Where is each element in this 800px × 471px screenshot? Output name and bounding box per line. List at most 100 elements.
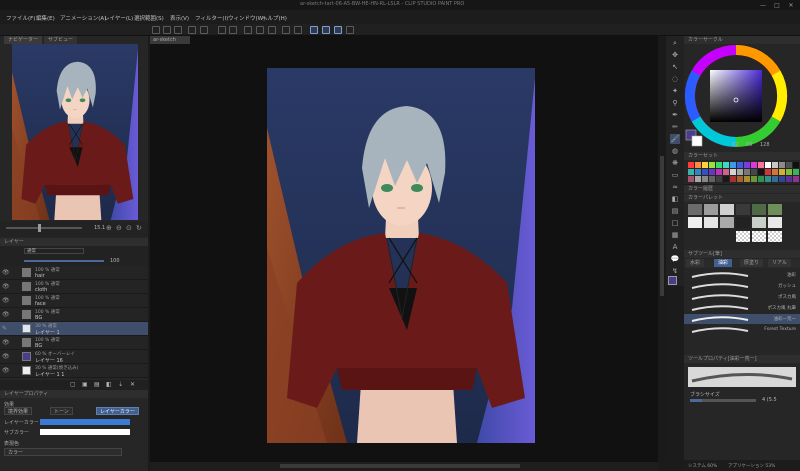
merge-icon[interactable]: ⇣ [118, 381, 123, 388]
color-set-swatch[interactable] [688, 176, 694, 182]
color-set-swatch[interactable] [730, 176, 736, 182]
menu-selection[interactable]: 選択範囲(S) [134, 14, 164, 22]
brush-item[interactable]: ガッシュ [684, 281, 800, 291]
color-set-swatch[interactable] [695, 162, 701, 168]
color-set-swatch[interactable] [723, 169, 729, 175]
menu-filter[interactable]: フィルター(I) [195, 14, 228, 22]
layer-row[interactable]: 👁 100 % 通常 BG [0, 336, 148, 350]
figure-tool-icon[interactable]: □ [670, 218, 680, 228]
palette-swatch[interactable] [752, 204, 766, 215]
mask-icon[interactable]: ◧ [106, 381, 112, 388]
color-set-swatch[interactable] [751, 176, 757, 182]
palette-swatch[interactable] [768, 204, 782, 215]
rotate-icon[interactable]: ↻ [136, 224, 142, 232]
new-layer-icon[interactable]: ▢ [70, 381, 76, 388]
layer-row[interactable]: 👁 100 % 通常 face [0, 294, 148, 308]
palette-swatch[interactable] [704, 204, 718, 215]
eye-icon[interactable]: 👁 [2, 297, 10, 304]
color-set-swatch[interactable] [688, 162, 694, 168]
fill-icon[interactable] [256, 26, 264, 34]
palette-swatch[interactable] [736, 217, 750, 228]
eraser-icon[interactable]: ▭ [670, 170, 680, 180]
palette-swatch[interactable] [736, 204, 750, 215]
menu-file[interactable]: ファイル(F) [6, 14, 35, 22]
frame-icon[interactable]: ▦ [670, 230, 680, 240]
open-icon[interactable] [163, 26, 171, 34]
color-set-swatch[interactable] [772, 176, 778, 182]
layer-color-swatch[interactable] [40, 419, 130, 425]
color-set-swatch[interactable] [702, 176, 708, 182]
eye-icon[interactable]: 👁 [2, 283, 10, 290]
color-set-swatch[interactable] [765, 176, 771, 182]
new-file-icon[interactable] [152, 26, 160, 34]
border-effect-button[interactable]: 境界効果 [4, 407, 33, 415]
palette-transparent-swatch[interactable] [752, 231, 766, 242]
move-tool-icon[interactable]: ✥ [670, 50, 680, 60]
color-set-swatch[interactable] [765, 169, 771, 175]
color-set-swatch[interactable] [702, 169, 708, 175]
color-set-swatch[interactable] [723, 162, 729, 168]
ruler-edit-icon[interactable] [346, 26, 354, 34]
save-icon[interactable] [174, 26, 182, 34]
deselect-icon[interactable] [282, 26, 290, 34]
tab-watercolor[interactable]: 水彩 [686, 259, 705, 267]
navigator-preview[interactable] [12, 44, 138, 220]
menu-animation[interactable]: アニメーション(A) [60, 14, 106, 22]
color-set-swatch[interactable] [779, 176, 785, 182]
color-set-swatch[interactable] [716, 169, 722, 175]
brush-item[interactable]: ポスカ風 丸筆 [684, 303, 800, 313]
color-set-swatch[interactable] [730, 169, 736, 175]
export-icon[interactable] [200, 26, 208, 34]
color-set-swatch[interactable] [758, 176, 764, 182]
balloon-icon[interactable]: 💬 [670, 254, 680, 264]
eyedropper-icon[interactable]: ⚲ [670, 98, 680, 108]
color-set-swatch[interactable] [758, 169, 764, 175]
layer-row[interactable]: 👁 100 % 通常 BG [0, 308, 148, 322]
color-set-swatch[interactable] [751, 169, 757, 175]
menu-view[interactable]: 表示(V) [170, 14, 189, 22]
eye-icon[interactable]: 👁 [2, 367, 10, 374]
tone-button[interactable]: トーン [50, 407, 73, 415]
color-set-swatch[interactable] [765, 162, 771, 168]
canvas-area[interactable]: ar-sketch [150, 36, 658, 462]
color-set-swatch[interactable] [723, 176, 729, 182]
color-set-swatch[interactable] [702, 162, 708, 168]
palette-swatch[interactable] [768, 217, 782, 228]
redo-icon[interactable] [229, 26, 237, 34]
brush-item[interactable]: 油彩 [684, 270, 800, 280]
blend-tool-icon[interactable]: ≈ [670, 182, 680, 192]
color-set-swatch[interactable] [779, 169, 785, 175]
color-set-swatch[interactable] [751, 162, 757, 168]
color-set-swatch[interactable] [779, 162, 785, 168]
magic-wand-icon[interactable]: ✦ [670, 86, 680, 96]
layer-row[interactable]: 👁 30 % 通常(焼き込み) レイヤー 1 1 [0, 364, 148, 378]
palette-swatch[interactable] [752, 217, 766, 228]
new-folder-icon[interactable]: ▤ [94, 381, 100, 388]
close-button[interactable]: ✕ [786, 3, 796, 9]
fit-icon[interactable]: ⊙ [126, 224, 132, 232]
tab-thick-paint[interactable]: 厚塗り [740, 259, 764, 267]
color-set-swatch[interactable] [737, 162, 743, 168]
canvas-vertical-scrollbar[interactable] [658, 36, 666, 462]
artwork-canvas[interactable] [267, 68, 535, 443]
color-set-swatch[interactable] [737, 169, 743, 175]
color-set-swatch[interactable] [758, 162, 764, 168]
layer-row[interactable]: 👁 60 % オーバーレイ レイヤー 16 [0, 350, 148, 364]
text-tool-icon[interactable]: A [670, 242, 680, 252]
blend-mode-select[interactable]: 通常 [24, 248, 84, 254]
pen-tool-icon[interactable]: ✒ [670, 110, 680, 120]
color-set-swatch[interactable] [793, 176, 799, 182]
layer-color-button[interactable]: レイヤーカラー [96, 407, 139, 415]
brush-tool-icon[interactable]: 🖌 [670, 134, 680, 144]
tab-navigator[interactable]: ナビゲーター [4, 36, 43, 44]
minimize-button[interactable]: — [758, 3, 768, 9]
color-set-swatch[interactable] [744, 176, 750, 182]
eye-icon[interactable]: 👁 [2, 353, 10, 360]
color-set-swatch[interactable] [786, 176, 792, 182]
zoom-out-icon[interactable]: ⊖ [116, 224, 122, 232]
canvas-horizontal-scrollbar[interactable] [150, 462, 658, 471]
maximize-button[interactable]: □ [772, 3, 782, 9]
palette-transparent-swatch[interactable] [736, 231, 750, 242]
color-set-grid[interactable] [688, 162, 799, 182]
menu-help[interactable]: ヘルプ(H) [262, 14, 287, 22]
